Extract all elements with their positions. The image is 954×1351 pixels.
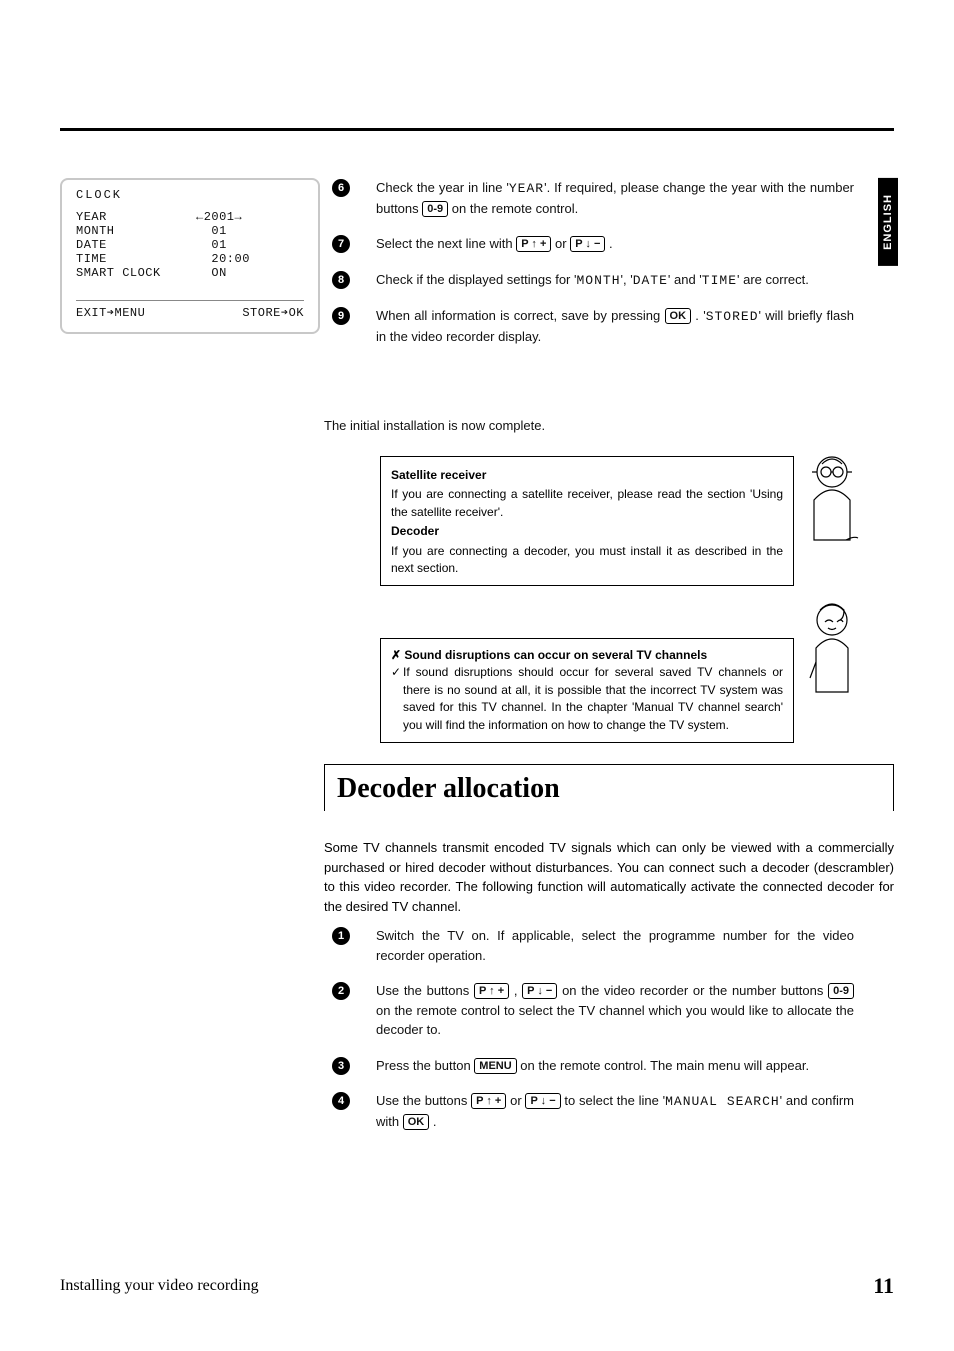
heading-text: Decoder allocation [337,773,881,805]
section-heading-decoder: Decoder allocation [324,764,894,811]
step-number: 2 [324,981,358,1000]
step-number-circle-icon: 1 [332,927,350,945]
divider [76,300,304,301]
step-number: 4 [324,1091,358,1110]
step-number: 8 [324,270,358,289]
step-text: Use the buttons P ↑ + , P ↓ − on the vid… [376,981,854,1040]
step: 2 Use the buttons P ↑ + , P ↓ − on the vi… [324,981,854,1040]
info-text: If sound disruptions should occur for se… [391,664,783,734]
step-number: 3 [324,1056,358,1075]
step-number-circle-icon: 3 [332,1057,350,1075]
decoder-steps: 1 Switch the TV on. If applicable, select… [324,926,854,1147]
clock-row-year: YEAR ← 2001 → [76,210,304,224]
person-glasses-icon [802,450,862,550]
step-text: Check if the displayed settings for 'MON… [376,270,854,291]
step: 1 Switch the TV on. If applicable, select… [324,926,854,965]
step: 8 Check if the displayed settings for 'MO… [324,270,854,291]
clock-label: SMART CLOCK [76,266,196,280]
clock-value: ON [196,266,276,280]
top-divider [60,128,894,131]
step-number: 1 [324,926,358,945]
language-tab: ENGLISH [878,178,898,266]
clock-row-month: MONTH 01 [76,224,304,238]
exit-hint: EXIT➔MENU [76,305,145,320]
clock-label: DATE [76,238,196,252]
step-number-circle-icon: 7 [332,235,350,253]
step-number-circle-icon: 6 [332,179,350,197]
clock-label: TIME [76,252,196,266]
clock-label: YEAR [76,210,196,224]
info-heading: Sound disruptions can occur on several T… [391,647,783,664]
info-heading: Satellite receiver [391,467,783,484]
step-number-circle-icon: 8 [332,271,350,289]
step-number: 6 [324,178,358,197]
step-text: Press the button MENU on the remote cont… [376,1056,854,1076]
page-number: 11 [873,1273,894,1299]
step: 4 Use the buttons P ↑ + or P ↓ − to selec… [324,1091,854,1131]
step-number-circle-icon: 9 [332,307,350,325]
step-text: When all information is correct, save by… [376,306,854,346]
clock-footer: EXIT➔MENU STORE➔OK [76,305,304,322]
step-text: Check the year in line 'YEAR'. If requir… [376,178,854,218]
info-heading: Decoder [391,523,783,540]
clock-row-smart: SMART CLOCK ON [76,266,304,280]
info-box-sound: Sound disruptions can occur on several T… [380,638,794,743]
step-number: 7 [324,234,358,253]
step-number-circle-icon: 2 [332,982,350,1000]
info-text: If you are connecting a satellite receiv… [391,486,783,521]
install-complete-text: The initial installation is now complete… [324,418,854,433]
info-box-connections: Satellite receiver If you are connecting… [380,456,794,586]
clock-row-date: DATE 01 [76,238,304,252]
step: 7 Select the next line with P ↑ + or P ↓ … [324,234,854,254]
person-puzzled-icon [802,598,862,698]
decoder-intro-text: Some TV channels transmit encoded TV sig… [324,838,894,916]
clock-row-time: TIME 20:00 [76,252,304,266]
clock-value: 20:00 [196,252,276,266]
clock-label: MONTH [76,224,196,238]
step: 3 Press the button MENU on the remote con… [324,1056,854,1076]
step: 6 Check the year in line 'YEAR'. If requi… [324,178,854,218]
info-text: If you are connecting a decoder, you mus… [391,543,783,578]
step-text: Select the next line with P ↑ + or P ↓ −… [376,234,854,254]
step-number-circle-icon: 4 [332,1092,350,1110]
store-hint: STORE➔OK [242,305,304,320]
page: ENGLISH CLOCK YEAR ← 2001 → MONTH 01 DAT… [0,0,954,1351]
clock-rows: YEAR ← 2001 → MONTH 01 DATE 01 TIME 20:0… [76,210,304,280]
step-text: Switch the TV on. If applicable, select … [376,926,854,965]
clock-osd-panel: CLOCK YEAR ← 2001 → MONTH 01 DATE 01 [60,178,320,334]
clock-title: CLOCK [76,188,304,202]
clock-value: ← 2001 → [196,210,276,224]
clock-steps: 6 Check the year in line 'YEAR'. If requi… [324,178,854,362]
clock-value: 01 [196,238,276,252]
clock-value: 01 [196,224,276,238]
step-number: 9 [324,306,358,325]
step-text: Use the buttons P ↑ + or P ↓ − to select… [376,1091,854,1131]
step: 9 When all information is correct, save b… [324,306,854,346]
footer-section-title: Installing your video recording [60,1277,259,1295]
